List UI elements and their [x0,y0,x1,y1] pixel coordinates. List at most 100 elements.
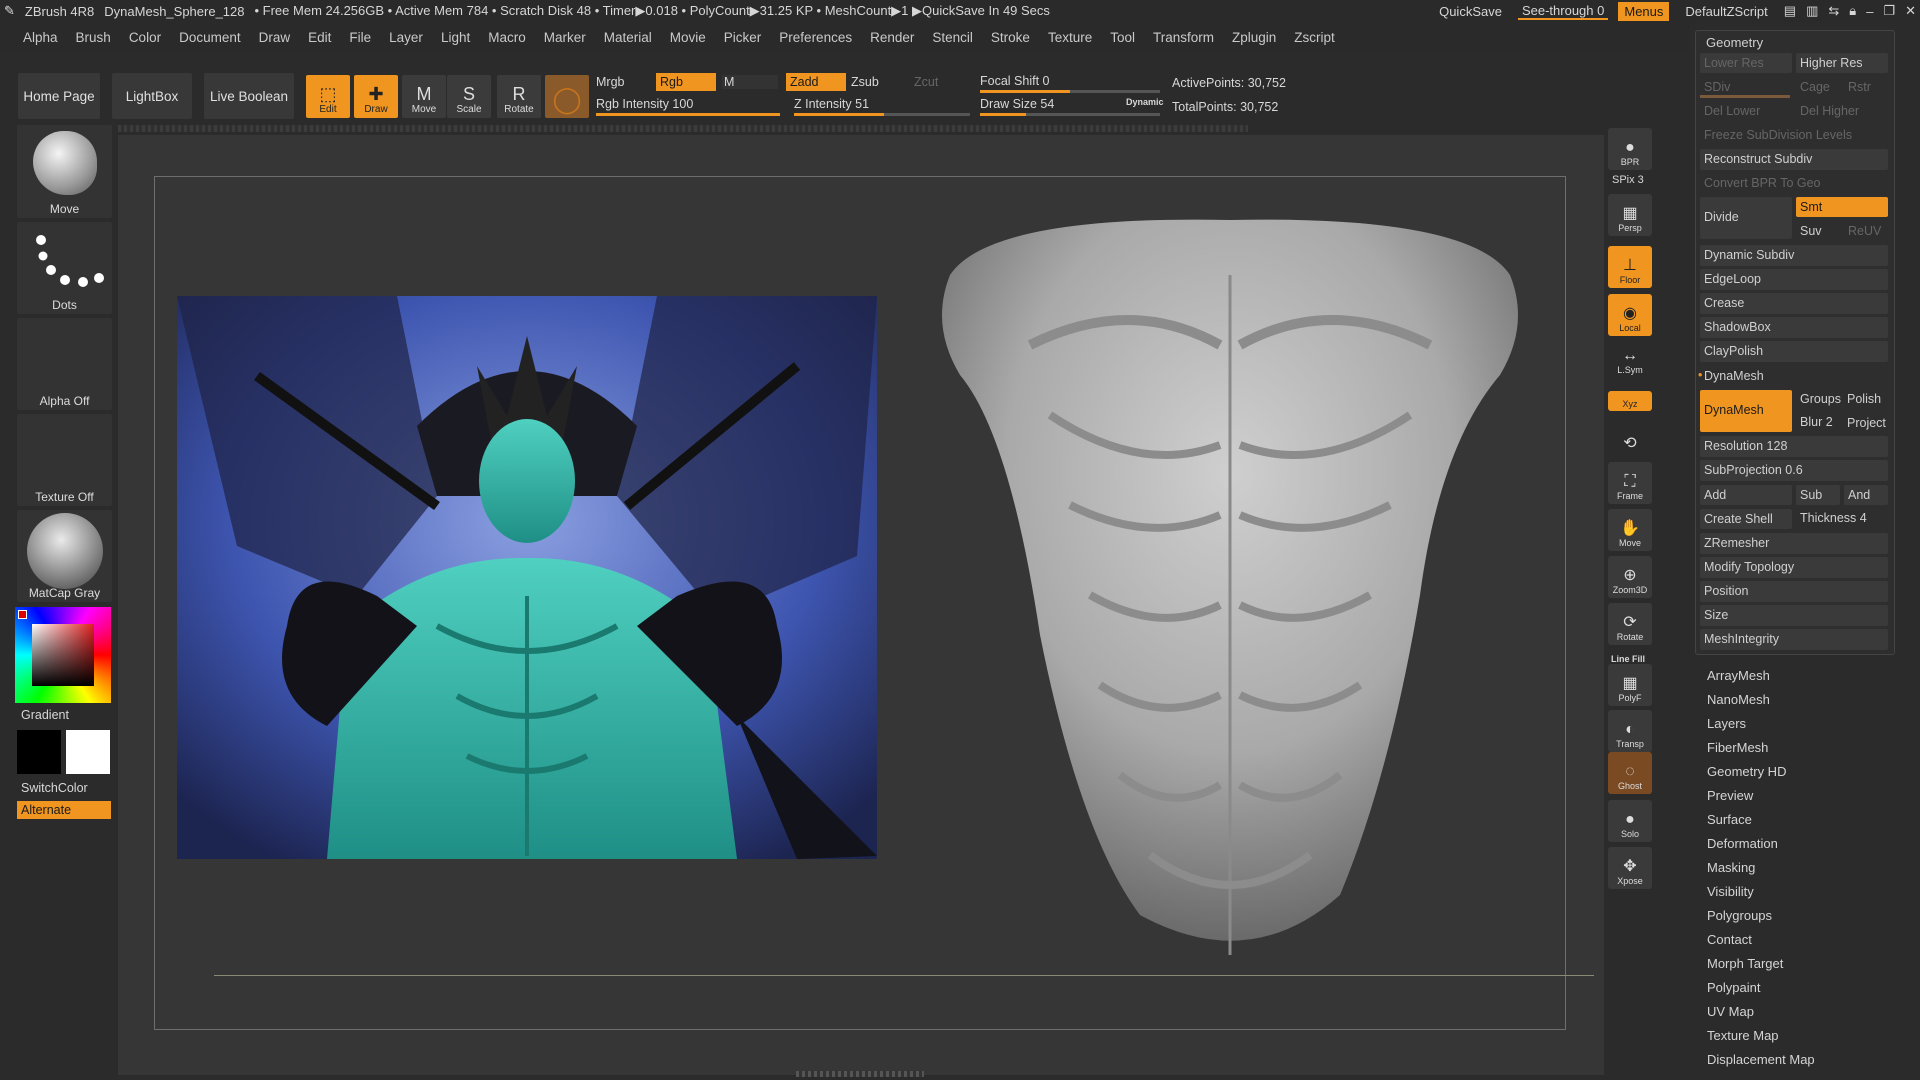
groups-toggle[interactable]: Groups [1800,392,1841,406]
transp-button[interactable]: ◐ Transp [1608,710,1652,752]
focal-shift-track[interactable] [980,90,1160,93]
menu-file[interactable]: File [340,30,380,45]
divide-button[interactable]: Divide [1700,197,1792,239]
cage-button[interactable]: Cage [1800,80,1830,94]
menu-material[interactable]: Material [595,30,661,45]
visibility-section[interactable]: Visibility [1707,884,1754,899]
swap-icon[interactable]: ⇆ [1828,3,1839,19]
rotate-button[interactable]: R Rotate [497,75,541,118]
color-square[interactable] [32,624,94,686]
zcut-toggle[interactable]: Zcut [914,75,938,89]
menu-movie[interactable]: Movie [661,30,715,45]
meshintegrity-section[interactable]: MeshIntegrity [1700,629,1888,650]
menu-alpha[interactable]: Alpha [14,30,67,45]
fibermesh-section[interactable]: FiberMesh [1707,740,1768,755]
claypolish-section[interactable]: ClayPolish [1700,341,1888,362]
resolution-slider[interactable]: Resolution 128 [1700,436,1888,457]
alternate-button[interactable]: Alternate [17,801,111,819]
local-button[interactable]: ◉ Local [1608,294,1652,336]
menu-tool[interactable]: Tool [1101,30,1144,45]
draw-size-track[interactable] [980,113,1160,116]
dynamesh-sculpt[interactable] [920,215,1540,975]
deformation-section[interactable]: Deformation [1707,836,1778,851]
z-intensity-track[interactable] [794,113,970,116]
polypaint-section[interactable]: Polypaint [1707,980,1760,995]
freeze-subdivision-button[interactable]: Freeze SubDivision Levels [1704,128,1852,142]
color-picker[interactable] [15,607,111,703]
project-toggle[interactable]: Project [1847,416,1886,430]
uv-map-section[interactable]: UV Map [1707,1004,1754,1019]
frame-button[interactable]: ⛶ Frame [1608,462,1652,504]
menu-layer[interactable]: Layer [380,30,432,45]
position-section[interactable]: Position [1700,581,1888,602]
edit-button[interactable]: ⬚ Edit [306,75,350,118]
reuv-toggle[interactable]: ReUV [1848,224,1881,238]
menu-render[interactable]: Render [861,30,923,45]
add-button[interactable]: Add [1700,485,1792,505]
surface-section[interactable]: Surface [1707,812,1752,827]
sym-rotate-buttons[interactable]: ⟲ [1608,416,1652,456]
convert-bpr-button[interactable]: Convert BPR To Geo [1704,176,1821,190]
switch-color-button[interactable]: SwitchColor [21,781,88,795]
arraymesh-section[interactable]: ArrayMesh [1707,668,1770,683]
texture-selector[interactable]: Texture Off [17,414,112,506]
close-icon[interactable]: ✕ [1905,3,1916,19]
del-higher-button[interactable]: Del Higher [1800,104,1859,118]
zsub-toggle[interactable]: Zsub [851,75,879,89]
home-page-button[interactable]: Home Page [18,73,100,119]
zremesher-section[interactable]: ZRemesher [1700,533,1888,554]
focal-shift-slider[interactable]: Focal Shift 0 [980,74,1049,88]
texture-map-section[interactable]: Texture Map [1707,1028,1779,1043]
mrgb-toggle[interactable]: Mrgb [596,75,624,89]
size-section[interactable]: Size [1700,605,1888,626]
gradient-label[interactable]: Gradient [21,708,69,722]
scale-button[interactable]: S Scale [447,75,491,118]
material-color-swatch[interactable]: ◯ [545,75,589,118]
menu-marker[interactable]: Marker [535,30,595,45]
menu-edit[interactable]: Edit [299,30,340,45]
create-shell-button[interactable]: Create Shell [1700,509,1792,529]
menu-picker[interactable]: Picker [715,30,771,45]
del-lower-button[interactable]: Del Lower [1704,104,1760,118]
menu-zplugin[interactable]: Zplugin [1223,30,1285,45]
spix-slider[interactable]: SPix 3 [1612,174,1644,186]
sdiv-slider[interactable]: SDiv [1704,80,1730,94]
menus-button[interactable]: Menus [1618,1,1670,21]
material-selector[interactable]: MatCap Gray [17,510,112,602]
and-button[interactable]: And [1844,485,1888,505]
rgb-intensity-track[interactable] [596,113,780,116]
polygroups-section[interactable]: Polygroups [1707,908,1772,923]
xyz-button[interactable]: Xyz [1608,391,1652,411]
lower-res-button[interactable]: Lower Res [1700,53,1792,73]
z-intensity-slider[interactable]: Z Intensity 51 [794,97,869,111]
geometry-title[interactable]: Geometry [1706,35,1763,50]
suv-toggle[interactable]: Suv [1800,224,1822,238]
layers-section[interactable]: Layers [1707,716,1746,731]
menu-transform[interactable]: Transform [1144,30,1223,45]
menu-draw[interactable]: Draw [250,30,300,45]
xpose-button[interactable]: ✥ Xpose [1608,847,1652,889]
ghost-button[interactable]: ◌ Ghost [1608,752,1652,794]
rstr-button[interactable]: Rstr [1848,80,1871,94]
menu-document[interactable]: Document [170,30,250,45]
menu-macro[interactable]: Macro [479,30,535,45]
polyf-button[interactable]: ▦ PolyF [1608,664,1652,706]
move-button[interactable]: M Move [402,75,446,118]
smt-toggle[interactable]: Smt [1796,197,1888,217]
rgb-toggle[interactable]: Rgb [656,73,716,91]
palette-icon[interactable]: ▥ [1806,3,1818,19]
higher-res-button[interactable]: Higher Res [1796,53,1888,73]
draw-size-slider[interactable]: Draw Size 54 [980,97,1054,111]
dynamesh-section[interactable]: DynaMesh [1704,369,1764,383]
default-zscript-button[interactable]: DefaultZScript [1679,2,1773,21]
reconstruct-subdiv-button[interactable]: Reconstruct Subdiv [1700,149,1888,170]
subprojection-slider[interactable]: SubProjection 0.6 [1700,460,1888,481]
contact-section[interactable]: Contact [1707,932,1752,947]
zadd-toggle[interactable]: Zadd [786,73,846,91]
m-toggle[interactable]: M [722,75,778,89]
lock-icon[interactable]: 🔒︎ [1849,3,1856,19]
bottom-shelf-handle[interactable] [796,1071,924,1077]
rgb-intensity-slider[interactable]: Rgb Intensity 100 [596,97,693,111]
quicksave-button[interactable]: QuickSave [1433,2,1508,21]
modify-topology-section[interactable]: Modify Topology [1700,557,1888,578]
